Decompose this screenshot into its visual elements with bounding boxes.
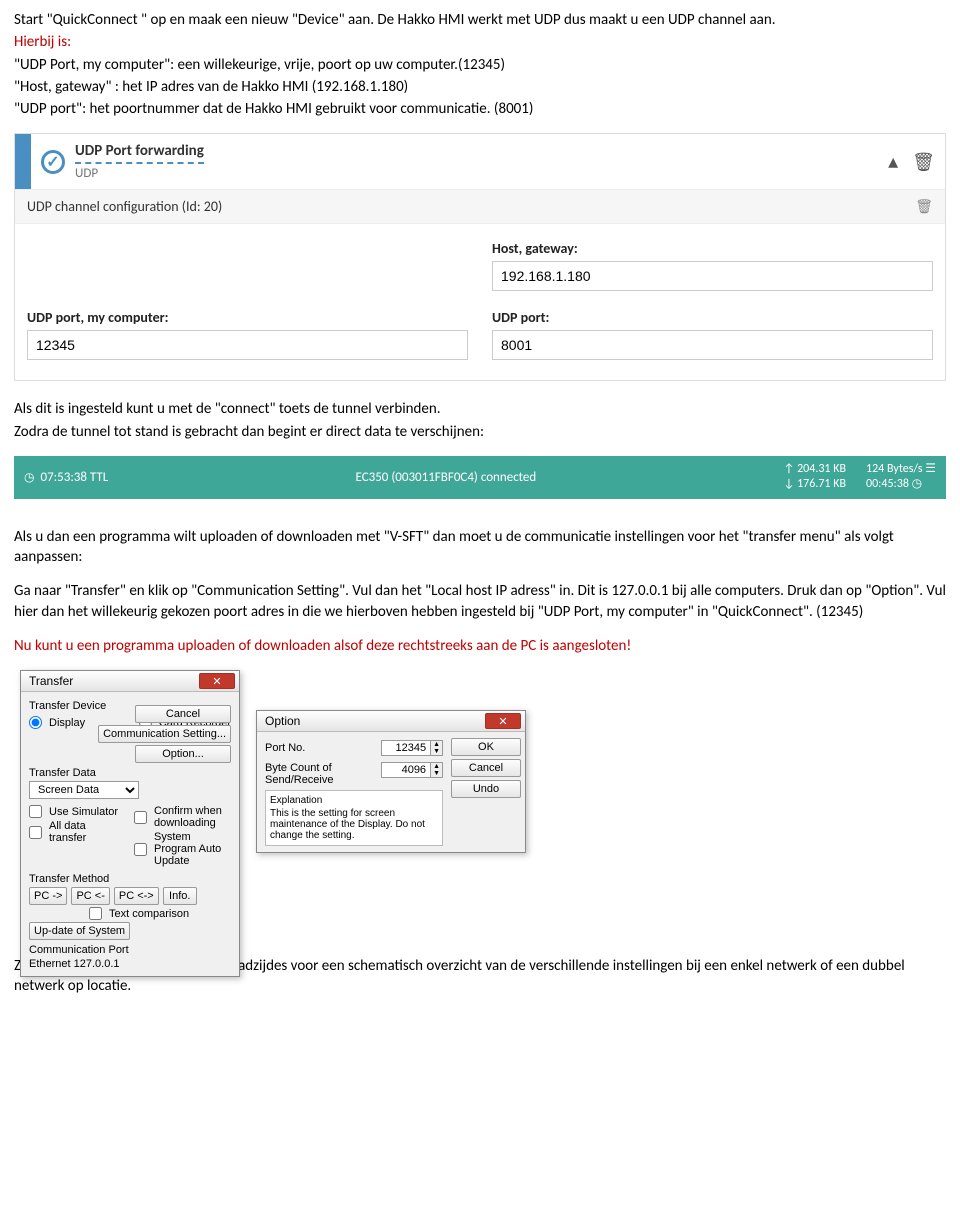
port-no-input[interactable] <box>381 740 431 756</box>
use-simulator-check[interactable] <box>29 805 42 818</box>
all-data-label: All data transfer <box>49 820 126 844</box>
dialog-title: Option <box>265 714 300 728</box>
explanation-body: This is the setting for screen maintenan… <box>270 808 438 841</box>
download-kb: 176.71 KB <box>797 477 846 491</box>
bytes-per-sec: 124 Bytes/s <box>866 462 923 476</box>
udp-port-my-label: UDP port, my computer: <box>27 309 468 326</box>
transfer-dialog: Transfer ✕ Transfer Device Display Card … <box>20 670 240 977</box>
udp-port-input[interactable] <box>492 330 933 360</box>
accent-bar <box>15 134 31 189</box>
paragraph: Zodra de tunnel tot stand is gebracht da… <box>14 422 946 442</box>
confirm-download-label: Confirm when downloading <box>154 805 231 829</box>
paragraph: "UDP port": het poortnummer dat de Hakko… <box>14 99 946 119</box>
confirm-download-check[interactable] <box>134 811 147 824</box>
comm-port-value: Ethernet 127.0.0.1 <box>29 958 231 970</box>
spinner-arrows-icon[interactable]: ▲▼ <box>431 762 443 778</box>
paragraph: Ga naar "Transfer" en klik op "Communica… <box>14 581 946 622</box>
trash-icon[interactable]: 🗑 <box>912 151 935 173</box>
meter-icon: ☰ <box>925 462 936 476</box>
sys-auto-update-check[interactable] <box>134 843 147 856</box>
update-system-button[interactable]: Up-date of System <box>29 922 130 940</box>
udp-port-my-input[interactable] <box>27 330 468 360</box>
comm-port-label: Communication Port <box>29 944 231 956</box>
clock-icon: ◷ <box>912 477 922 491</box>
screen-data-select[interactable]: Screen Data <box>29 781 139 799</box>
close-icon[interactable]: ✕ <box>485 713 521 729</box>
all-data-check[interactable] <box>29 826 42 839</box>
display-radio[interactable] <box>29 716 42 729</box>
panel-title: UDP Port forwarding <box>75 142 204 164</box>
upload-kb: 204.31 KB <box>797 462 846 476</box>
channel-label: UDP channel configuration (Id: 20) <box>27 198 222 215</box>
ok-button[interactable]: OK <box>451 738 521 756</box>
chevron-up-icon[interactable]: ▴ <box>888 149 898 174</box>
text-compare-label: Text comparison <box>109 908 189 920</box>
paragraph: Nu kunt u een programma uploaden of down… <box>14 636 946 656</box>
close-icon[interactable]: ✕ <box>199 673 235 689</box>
comm-setting-button[interactable]: Communication Setting... <box>98 725 231 743</box>
option-dialog: Option ✕ Port No. ▲▼ Byte Count of Send/… <box>256 710 526 853</box>
byte-count-label: Byte Count of Send/Receive <box>265 762 355 786</box>
host-gateway-label: Host, gateway: <box>492 240 933 257</box>
display-label: Display <box>49 717 85 729</box>
transfer-method-label: Transfer Method <box>29 873 231 885</box>
paragraph: "UDP Port, my computer": een willekeurig… <box>14 55 946 75</box>
pc-to-button[interactable]: PC -> <box>29 887 67 905</box>
byte-count-input[interactable] <box>381 762 431 778</box>
cancel-button[interactable]: Cancel <box>135 705 231 723</box>
cancel-button[interactable]: Cancel <box>451 759 521 777</box>
dialog-title: Transfer <box>29 674 73 688</box>
explanation-title: Explanation <box>270 795 438 806</box>
connection-status-bar: ◷ 07:53:38 TTL EC350 (003011FBF0C4) conn… <box>14 456 946 499</box>
udp-forwarding-panel: ✓ UDP Port forwarding UDP ▴ 🗑 UDP channe… <box>14 133 946 381</box>
transfer-data-label: Transfer Data <box>29 767 231 779</box>
upload-icon: ↑ <box>783 462 794 476</box>
pc-both-button[interactable]: PC <-> <box>114 887 159 905</box>
spinner-arrows-icon[interactable]: ▲▼ <box>431 740 443 756</box>
paragraph: Start "QuickConnect " op en maak een nie… <box>14 10 946 30</box>
paragraph: Hierbij is: <box>14 32 946 52</box>
info-button[interactable]: Info. <box>163 887 197 905</box>
sys-auto-update-label: System Program Auto Update <box>154 831 231 867</box>
paragraph: Als u dan een programma wilt uploaden of… <box>14 527 946 568</box>
ttl-value: 07:53:38 TTL <box>40 470 108 485</box>
paragraph: "Host, gateway" : het IP adres van de Ha… <box>14 77 946 97</box>
dialog-screenshot: Transfer ✕ Transfer Device Display Card … <box>14 670 946 930</box>
udp-port-label: UDP port: <box>492 309 933 326</box>
device-status: EC350 (003011FBF0C4) connected <box>108 470 783 485</box>
download-icon: ↓ <box>783 477 794 491</box>
host-gateway-input[interactable] <box>492 261 933 291</box>
use-simulator-label: Use Simulator <box>49 806 118 818</box>
elapsed-time: 00:45:38 <box>866 477 909 491</box>
option-button[interactable]: Option... <box>135 745 231 763</box>
port-no-label: Port No. <box>265 742 305 754</box>
text-compare-check[interactable] <box>89 907 102 920</box>
undo-button[interactable]: Undo <box>451 780 521 798</box>
paragraph: Als dit is ingesteld kunt u met de "conn… <box>14 399 946 419</box>
clock-icon: ◷ <box>24 470 34 485</box>
trash-icon[interactable]: 🗑 <box>915 198 933 215</box>
check-icon: ✓ <box>41 150 65 174</box>
panel-subtitle: UDP <box>75 166 888 181</box>
pc-from-button[interactable]: PC <- <box>71 887 109 905</box>
